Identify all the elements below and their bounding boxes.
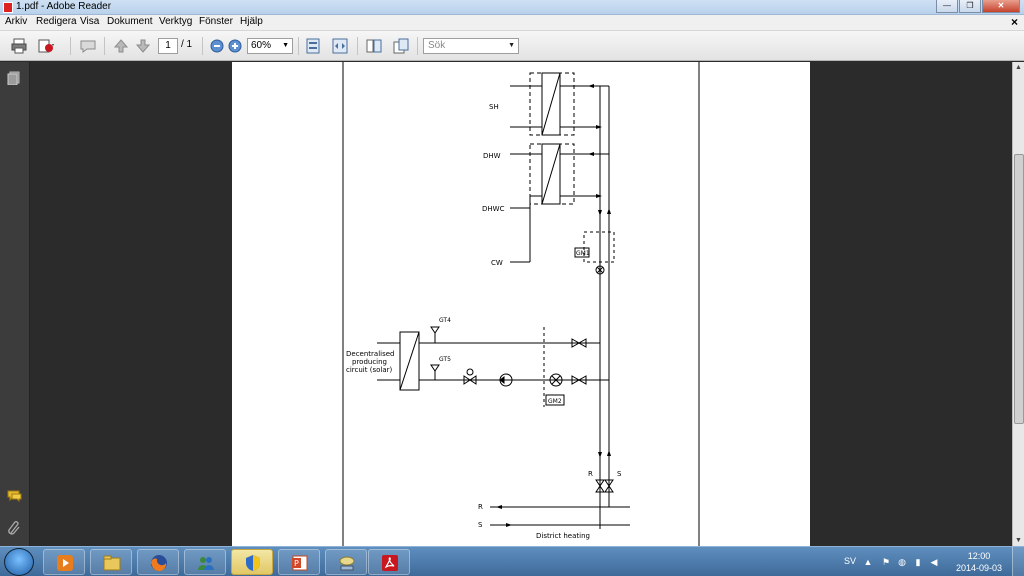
close-button[interactable]: ✕ — [982, 0, 1020, 13]
system-clock[interactable]: 12:00 2014-09-03 — [956, 550, 1002, 574]
signal-icon[interactable]: ▮ — [912, 556, 924, 568]
window-title: 1.pdf - Adobe Reader — [16, 1, 112, 12]
contacts-icon[interactable] — [184, 549, 226, 575]
search-placeholder: Sök — [428, 40, 446, 51]
search-input[interactable]: Sök ▼ — [423, 38, 519, 54]
network-drive-icon[interactable] — [325, 549, 367, 575]
start-button[interactable] — [4, 548, 34, 576]
clock-date: 2014-09-03 — [955, 563, 1002, 573]
file-explorer-icon[interactable] — [90, 549, 132, 575]
clock-time: 12:00 — [967, 551, 991, 561]
toolbar: 1 / 1 60% ▼ Sök ▼ — [0, 31, 1024, 61]
scrollbar-thumb[interactable] — [1014, 154, 1024, 424]
document-view[interactable]: SH DHW DHWC CW GM1 GM2 GT4 GT5 Decentral… — [31, 62, 1012, 546]
media-player-icon[interactable] — [43, 549, 85, 575]
menu-arkiv[interactable]: Arkiv — [5, 16, 27, 27]
page-total: / 1 — [181, 39, 193, 50]
network-globe-icon[interactable]: ◍ — [896, 556, 908, 568]
share-icon[interactable] — [392, 37, 410, 55]
arrow-down-icon[interactable] — [134, 37, 152, 55]
scroll-down-icon[interactable]: ▼ — [1015, 537, 1022, 544]
label-solar-line2: producing — [352, 358, 387, 366]
pdf-page: SH DHW DHWC CW GM1 GM2 GT4 GT5 Decentral… — [232, 62, 810, 546]
security-shield-icon[interactable] — [231, 549, 273, 575]
menu-bar: Arkiv Redigera Visa Dokument Verktyg Fön… — [0, 15, 1024, 31]
label-dhw: DHW — [483, 152, 501, 160]
arrow-up-icon[interactable] — [112, 37, 130, 55]
label-gm2: GM2 — [548, 398, 562, 405]
label-r-vertical: R — [588, 470, 593, 478]
toolbar-separator — [104, 37, 105, 55]
navigation-pane — [0, 62, 30, 546]
paperclip-icon[interactable] — [7, 520, 22, 535]
scroll-up-icon[interactable]: ▲ — [1015, 64, 1022, 71]
zoom-value: 60% — [251, 40, 272, 51]
chevron-down-icon: ▼ — [508, 42, 515, 49]
label-cw: CW — [491, 259, 503, 267]
label-gt5: GT5 — [439, 356, 451, 363]
restore-button[interactable]: ❐ — [959, 0, 981, 13]
volume-icon[interactable]: ◀ — [928, 556, 940, 568]
create-pdf-icon[interactable] — [37, 37, 55, 55]
read-mode-icon[interactable] — [365, 37, 383, 55]
label-solar-line3: circuit (solar) — [346, 366, 392, 374]
label-s-main: S — [478, 521, 483, 529]
label-gt4: GT4 — [439, 317, 451, 324]
vertical-scrollbar[interactable]: ▲ ▼ — [1012, 62, 1024, 546]
svg-text:P: P — [294, 559, 299, 568]
close-document-button[interactable]: × — [1011, 15, 1018, 29]
title-bar: 1.pdf - Adobe Reader — ❐ ✕ — [0, 0, 1024, 15]
zoom-out-icon[interactable] — [208, 37, 226, 55]
toolbar-separator — [298, 37, 299, 55]
window-controls: — ❐ ✕ — [936, 0, 1020, 14]
toolbar-separator — [357, 37, 358, 55]
label-dhwc: DHWC — [482, 205, 505, 213]
menu-redigera[interactable]: Redigera — [36, 16, 77, 27]
taskbar: P SV ▲ ⚑ ◍ ▮ ◀ 12:00 2014-09-03 — [0, 546, 1024, 576]
toolbar-separator — [417, 37, 418, 55]
district-heating-schematic: SH DHW DHWC CW GM1 GM2 GT4 GT5 Decentral… — [342, 62, 700, 546]
menu-fonster[interactable]: Fönster — [199, 16, 233, 27]
firefox-icon[interactable] — [137, 549, 179, 575]
label-gm1: GM1 — [576, 250, 590, 257]
pdf-file-icon — [3, 2, 13, 13]
label-district-heating: District heating — [536, 532, 590, 540]
page-number-input[interactable]: 1 — [158, 38, 178, 54]
speech-bubble-icon[interactable] — [7, 488, 22, 503]
fit-page-icon[interactable] — [304, 37, 322, 55]
toolbar-separator — [70, 37, 71, 55]
chevron-down-icon: ▼ — [282, 42, 289, 49]
menu-visa[interactable]: Visa — [80, 16, 99, 27]
toolbar-separator — [202, 37, 203, 55]
flag-icon[interactable]: ⚑ — [880, 556, 892, 568]
printer-icon[interactable] — [10, 37, 28, 55]
menu-dokument[interactable]: Dokument — [107, 16, 153, 27]
powerpoint-icon[interactable]: P — [278, 549, 320, 575]
label-sh: SH — [489, 103, 499, 111]
label-s-vertical: S — [617, 470, 622, 478]
show-hidden-icons-icon[interactable]: ▲ — [862, 556, 874, 568]
comment-icon[interactable] — [79, 37, 97, 55]
pages-icon[interactable] — [7, 70, 22, 86]
minimize-button[interactable]: — — [936, 0, 958, 13]
menu-hjalp[interactable]: Hjälp — [240, 16, 263, 27]
fit-width-icon[interactable] — [331, 37, 349, 55]
show-desktop-button[interactable] — [1012, 547, 1024, 576]
zoom-select[interactable]: 60% ▼ — [247, 38, 293, 54]
adobe-reader-window: 1.pdf - Adobe Reader — ❐ ✕ Arkiv Rediger… — [0, 0, 1024, 576]
zoom-in-icon[interactable] — [226, 37, 244, 55]
adobe-reader-icon[interactable] — [368, 549, 410, 575]
menu-verktyg[interactable]: Verktyg — [159, 16, 192, 27]
label-solar-line1: Decentralised — [346, 350, 395, 358]
language-indicator[interactable]: SV — [844, 556, 856, 566]
label-r-main: R — [478, 503, 483, 511]
